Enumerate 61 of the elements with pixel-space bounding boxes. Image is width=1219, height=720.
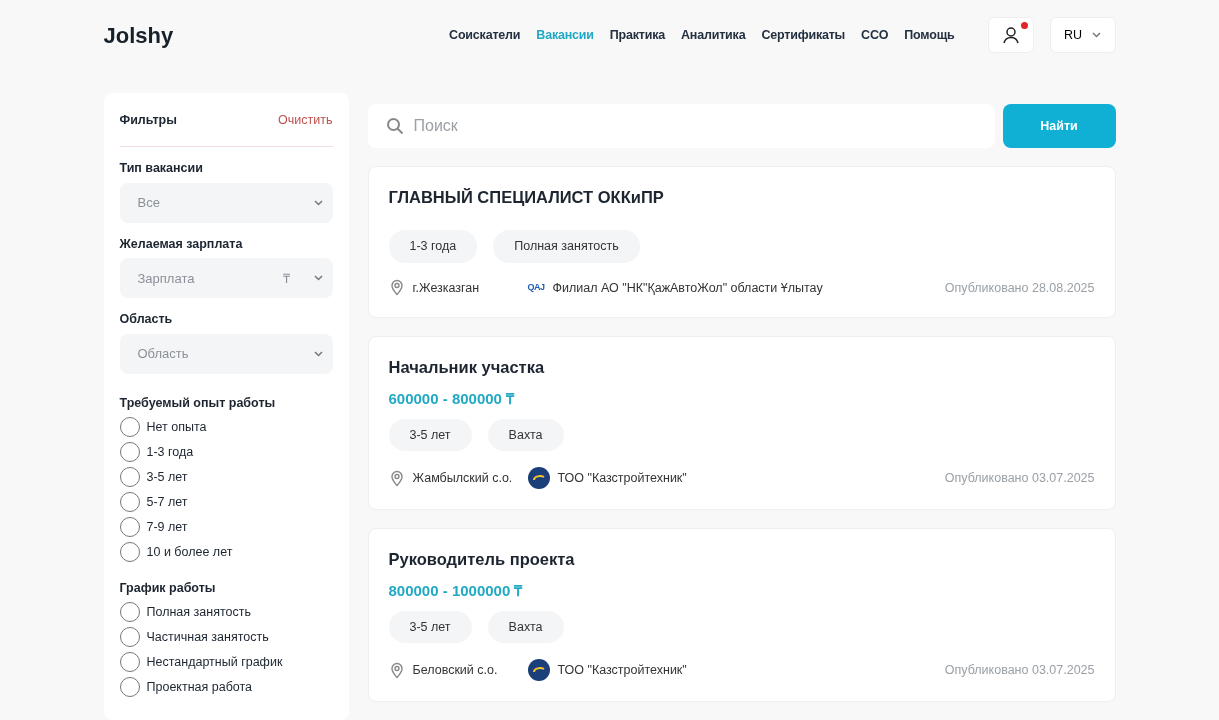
published-date: Опубликовано 03.07.2025 (944, 661, 1095, 679)
nav-link[interactable]: Практика (609, 25, 666, 45)
vacancy-card[interactable]: Начальник участка 600000 - 800000 ₸ 3-5 лет Вахта Жамбылский с.о. ТОО "Казстройтехник" Опубликовано 03.07.2025 (367, 336, 1116, 511)
radio-label[interactable]: Частичная занятость (146, 627, 269, 647)
tag: Полная занятость (493, 229, 640, 263)
vacancy-card[interactable]: ГЛАВНЫЙ СПЕЦИАЛИСТ ОККиПР 1-3 года Полная занятость г.Жезказган QAJ Филиал АО "НК"ҚажАвтоЖол" области Ұлытау Опубликовано 28.08.2025 (367, 166, 1116, 319)
tag: Вахта (487, 610, 564, 644)
chevron-icon (313, 351, 323, 357)
tag: Вахта (487, 418, 564, 452)
nav-link[interactable]: Сертификаты (761, 25, 846, 45)
field-label: Тип вакансии (119, 159, 204, 177)
location-pin-icon (388, 661, 405, 679)
radio-label[interactable]: 7-9 лет (146, 517, 188, 537)
location-pin-icon (388, 279, 405, 297)
search-field[interactable]: Поиск (367, 104, 995, 148)
salary: 600000 - 800000 ₸ (388, 389, 516, 409)
group-label: Требуемый опыт работы (119, 395, 277, 412)
published-date: Опубликовано 28.08.2025 (944, 279, 1095, 297)
location-pin-icon (388, 469, 405, 487)
company-name[interactable]: ТОО "Казстройтехник" (557, 468, 687, 488)
caret-icon (1092, 32, 1102, 38)
nav-link[interactable]: Помощь (904, 25, 955, 45)
company-name[interactable]: ТОО "Казстройтехник" (557, 660, 687, 680)
location: Жамбылский с.о. (412, 469, 514, 487)
location: г.Жезказган (412, 279, 481, 297)
vacancy-card[interactable]: Руководитель проекта 800000 - 1000000 ₸ 3-5 лет Вахта Беловский с.о. ТОО "Казстройтехник" Опубликовано 03.07.2025 (367, 528, 1116, 703)
radio-label[interactable]: 3-5 лет (146, 467, 188, 487)
radio-label[interactable]: Нестандартный график (146, 652, 283, 672)
user-icon (1001, 26, 1020, 44)
tag: 1-3 года (388, 229, 478, 263)
clear-link[interactable]: Очистить (278, 111, 333, 130)
company-logo-icon (527, 659, 550, 682)
radio-label[interactable]: Нет опыта (146, 417, 207, 437)
radio-label[interactable]: 5-7 лет (146, 492, 188, 512)
vacancy-title[interactable]: Руководитель проекта (388, 547, 1095, 572)
radio-label[interactable]: Полная занятость (146, 602, 251, 622)
company-logo-icon (527, 467, 550, 490)
radio-label[interactable]: 1-3 года (146, 442, 194, 462)
nav-link[interactable]: Аналитика (681, 25, 746, 45)
language-button[interactable]: RU (1049, 17, 1116, 53)
profile-button[interactable] (987, 17, 1034, 53)
published-date: Опубликовано 03.07.2025 (944, 469, 1095, 487)
radio-label[interactable]: Проектная работа (146, 677, 253, 697)
group-label: График работы (119, 579, 217, 597)
radio-label[interactable]: 10 и более лет (146, 542, 233, 562)
nav-link[interactable]: Соискатели (449, 25, 521, 45)
chevron-icon (313, 199, 323, 206)
field-label: Желаемая зарплата (119, 235, 244, 253)
company-logo: QAJ (527, 281, 545, 295)
filters-title: Фильтры (119, 112, 177, 129)
vacancy-title[interactable]: Начальник участка (388, 355, 1095, 380)
nav-link[interactable]: CCO (861, 25, 889, 45)
field-label: Область (119, 311, 174, 329)
tag: 3-5 лет (388, 418, 472, 452)
vacancy-title[interactable]: ГЛАВНЫЙ СПЕЦИАЛИСТ ОККиПР (388, 185, 1095, 210)
site-logo[interactable]: Jolshy (103, 18, 174, 52)
tag: 3-5 лет (388, 610, 472, 644)
salary: 800000 - 1000000 ₸ (388, 581, 524, 601)
chevron-icon (313, 275, 323, 282)
location: Беловский с.о. (412, 661, 499, 679)
company-name[interactable]: Филиал АО "НК"ҚажАвтоЖол" области Ұлытау (552, 278, 823, 298)
